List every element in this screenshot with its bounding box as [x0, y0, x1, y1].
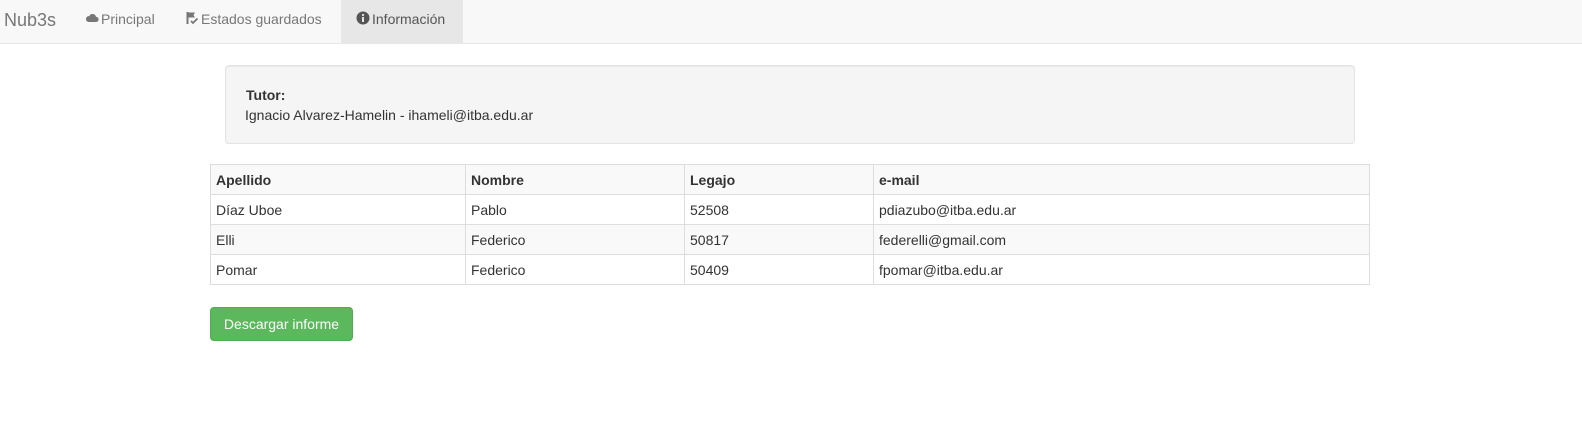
cell-nombre: Pablo	[465, 194, 685, 225]
cell-nombre: Federico	[465, 254, 685, 285]
cell-legajo: 50817	[684, 224, 874, 255]
tutor-label: Tutor:	[246, 87, 286, 103]
cell-nombre: Federico	[465, 224, 685, 255]
column-header-nombre: Nombre	[465, 164, 685, 195]
tutor-panel: Tutor: Ignacio Alvarez-Hamelin - ihameli…	[225, 65, 1355, 144]
column-header-apellido: Apellido	[210, 164, 466, 195]
cell-apellido: Pomar	[210, 254, 466, 285]
cell-email: federelli@gmail.com	[873, 224, 1370, 255]
table-row: Elli Federico 50817 federelli@gmail.com	[210, 224, 1370, 255]
navbar: Nub3s Principal Estados guardados Inform…	[0, 0, 1582, 44]
students-table: Apellido Nombre Legajo e-mail Díaz Uboe …	[210, 164, 1370, 285]
tab-informacion[interactable]: Información	[341, 0, 463, 43]
tab-principal[interactable]: Principal	[85, 0, 171, 43]
cell-legajo: 52508	[684, 194, 874, 225]
column-header-legajo: Legajo	[684, 164, 874, 195]
cell-apellido: Díaz Uboe	[210, 194, 466, 225]
table-row: Pomar Federico 50409 fpomar@itba.edu.ar	[210, 254, 1370, 285]
cell-email: pdiazubo@itba.edu.ar	[873, 194, 1370, 225]
brand-link[interactable]: Nub3s	[4, 0, 56, 44]
cloud-icon	[85, 11, 99, 25]
table-row: Díaz Uboe Pablo 52508 pdiazubo@itba.edu.…	[210, 194, 1370, 225]
cell-legajo: 50409	[684, 254, 874, 285]
tab-informacion-label: Información	[372, 11, 446, 27]
tutor-value: Ignacio Alvarez-Hamelin - ihameli@itba.e…	[245, 107, 534, 123]
cell-apellido: Elli	[210, 224, 466, 255]
column-header-email: e-mail	[873, 164, 1370, 195]
tab-principal-label: Principal	[101, 11, 155, 27]
tab-estados-guardados-label: Estados guardados	[201, 11, 322, 27]
saved-states-icon	[185, 11, 199, 25]
cell-email: fpomar@itba.edu.ar	[873, 254, 1370, 285]
table-header-row: Apellido Nombre Legajo e-mail	[210, 164, 1370, 195]
download-report-button[interactable]: Descargar informe	[210, 307, 353, 341]
tab-estados-guardados[interactable]: Estados guardados	[185, 0, 341, 43]
info-icon	[356, 11, 370, 25]
